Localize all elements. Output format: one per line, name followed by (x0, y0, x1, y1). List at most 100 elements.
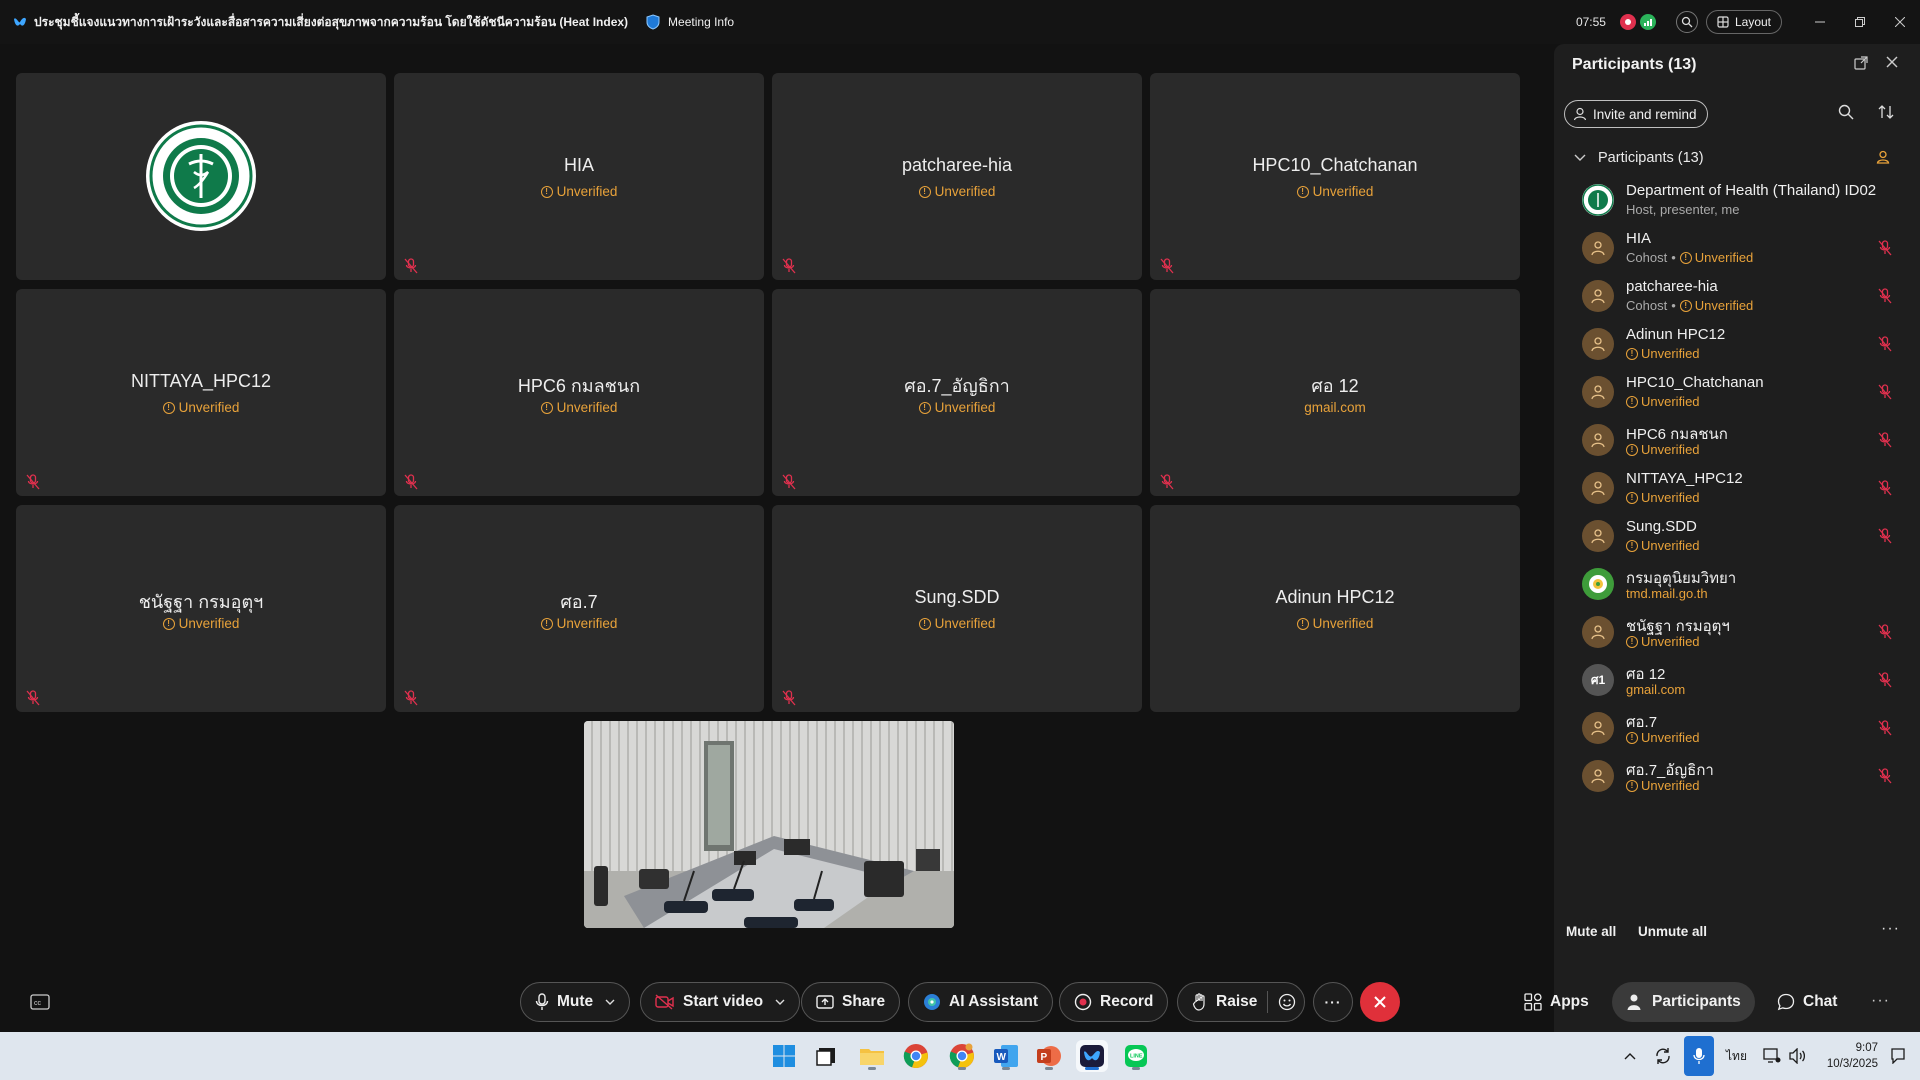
system-clock[interactable]: 9:07 10/3/2025 (1827, 1040, 1878, 1072)
participant-row[interactable]: patcharee-hia Cohost •! Unverified (1554, 274, 1920, 322)
more-options-icon[interactable]: ··· (1881, 920, 1900, 938)
chrome-icon[interactable] (900, 1040, 932, 1072)
mic-muted-icon[interactable] (1878, 336, 1892, 352)
video-tile[interactable]: patcharee-hia ! Unverified (772, 73, 1142, 280)
record-button[interactable]: Record (1059, 982, 1169, 1022)
avatar (1582, 568, 1614, 600)
video-tile[interactable]: ศอ.7_อัญธิกา ! Unverified (772, 289, 1142, 496)
network-icon[interactable] (1763, 1048, 1781, 1064)
participant-name: Department of Health (Thailand) ID02 (1626, 182, 1877, 199)
webex-taskbar-icon[interactable] (1076, 1040, 1108, 1072)
start-video-button[interactable]: Start video (640, 982, 801, 1022)
avatar (1582, 616, 1614, 648)
mic-muted-icon[interactable] (1878, 720, 1892, 736)
close-window-button[interactable] (1880, 0, 1920, 44)
participant-row[interactable]: Sung.SDD ! Unverified (1554, 514, 1920, 562)
input-language[interactable]: ไทย (1726, 1047, 1747, 1066)
participant-name: HIA (1626, 230, 1652, 247)
participant-row[interactable]: ศอ.7 ! Unverified (1554, 706, 1920, 754)
participant-name: HPC10_Chatchanan (1626, 374, 1764, 391)
chevron-down-icon[interactable] (775, 999, 785, 1005)
search-icon[interactable] (1838, 104, 1854, 120)
participant-row[interactable]: ศ1 ศอ 12 gmail.com (1554, 658, 1920, 706)
layout-label: Layout (1734, 15, 1771, 29)
minimize-button[interactable] (1800, 0, 1840, 44)
more-options-icon[interactable]: ··· (1871, 992, 1890, 1010)
share-button[interactable]: Share (801, 982, 901, 1022)
line-icon[interactable]: LINE (1120, 1040, 1152, 1072)
reactions-icon[interactable] (1278, 993, 1296, 1011)
info-icon: ! (540, 185, 553, 198)
invite-and-remind-button[interactable]: Invite and remind (1564, 100, 1708, 128)
video-tile[interactable]: ศอ 12 gmail.com (1150, 289, 1520, 496)
mic-muted-icon[interactable] (1878, 384, 1892, 400)
pop-out-icon[interactable] (1854, 56, 1868, 70)
chevron-up-icon[interactable] (1624, 1052, 1636, 1060)
participant-row[interactable]: กรมอุตุนิยมวิทยา tmd.mail.go.th (1554, 562, 1920, 610)
person-add-icon (1573, 107, 1587, 121)
close-icon[interactable] (1886, 56, 1898, 68)
raise-hand-button[interactable]: Raise (1177, 982, 1306, 1022)
video-tile[interactable]: ชนัฐฐา กรมอุตุฯ ! Unverified (16, 505, 386, 712)
start-menu-icon[interactable] (768, 1040, 800, 1072)
chat-button[interactable]: Chat (1763, 982, 1851, 1022)
sync-icon[interactable] (1654, 1047, 1672, 1065)
video-tile[interactable]: Adinun HPC12 ! Unverified (1150, 505, 1520, 712)
self-video-preview[interactable] (584, 721, 954, 928)
mic-muted-icon[interactable] (1878, 288, 1892, 304)
info-icon: ! (1626, 395, 1638, 408)
video-tile[interactable]: HPC10_Chatchanan ! Unverified (1150, 73, 1520, 280)
chrome-profile-icon[interactable] (946, 1040, 978, 1072)
participant-row[interactable]: Department of Health (Thailand) ID02 Hos… (1554, 178, 1920, 226)
unmute-all-button[interactable]: Unmute all (1638, 924, 1707, 939)
participant-row[interactable]: HPC6 กมลชนก ! Unverified (1554, 418, 1920, 466)
mute-button[interactable]: Mute (520, 982, 631, 1022)
mic-muted-icon[interactable] (1878, 624, 1892, 640)
info-icon: ! (1626, 539, 1638, 552)
video-tile[interactable]: ศอ.7 ! Unverified (394, 505, 764, 712)
participant-row[interactable]: HPC10_Chatchanan ! Unverified (1554, 370, 1920, 418)
restore-button[interactable] (1840, 0, 1880, 44)
participants-button[interactable]: Participants (1612, 982, 1755, 1022)
participant-row[interactable]: Adinun HPC12 ! Unverified (1554, 322, 1920, 370)
video-tile[interactable]: HIA ! Unverified (394, 73, 764, 280)
video-tile[interactable]: HPC6 กมลชนก ! Unverified (394, 289, 764, 496)
mic-muted-icon[interactable] (1878, 768, 1892, 784)
participant-row[interactable]: ชนัฐฐา กรมอุตุฯ ! Unverified (1554, 610, 1920, 658)
participant-status: ! Unverified (1626, 394, 1700, 409)
apps-button[interactable]: Apps (1510, 982, 1603, 1022)
meeting-info-button[interactable]: Meeting Info (646, 14, 734, 30)
closed-captions-icon[interactable]: cc (30, 994, 50, 1010)
file-explorer-icon[interactable] (856, 1040, 888, 1072)
mic-muted-icon[interactable] (1878, 240, 1892, 256)
mic-muted-icon[interactable] (1878, 528, 1892, 544)
video-tile-host[interactable] (16, 73, 386, 280)
info-icon: ! (1626, 635, 1638, 648)
word-icon[interactable]: W (990, 1040, 1022, 1072)
ai-assistant-button[interactable]: AI Assistant (908, 982, 1054, 1022)
powerpoint-icon[interactable]: P (1033, 1040, 1065, 1072)
participants-section-header[interactable]: Participants (13) (1574, 150, 1704, 166)
zoom-icon[interactable] (1675, 11, 1698, 33)
sort-icon[interactable] (1878, 104, 1894, 120)
mute-all-button[interactable]: Mute all (1566, 924, 1616, 939)
more-options-button[interactable]: ··· (1313, 982, 1353, 1022)
notification-icon[interactable] (1890, 1048, 1906, 1064)
mic-muted-icon[interactable] (1878, 432, 1892, 448)
tile-name: patcharee-hia (901, 155, 1013, 175)
video-tile[interactable]: NITTAYA_HPC12 ! Unverified (16, 289, 386, 496)
chevron-down-icon[interactable] (605, 999, 615, 1005)
ministry-logo (146, 121, 256, 231)
volume-icon[interactable] (1789, 1048, 1807, 1064)
tmd-logo-icon (1589, 575, 1607, 593)
participant-row[interactable]: ศอ.7_อัญธิกา ! Unverified (1554, 754, 1920, 802)
microphone-in-use-icon[interactable] (1684, 1036, 1714, 1076)
mic-muted-icon[interactable] (1878, 672, 1892, 688)
layout-button[interactable]: Layout (1705, 10, 1782, 34)
end-meeting-button[interactable] (1360, 982, 1400, 1022)
participant-row[interactable]: NITTAYA_HPC12 ! Unverified (1554, 466, 1920, 514)
participant-row[interactable]: HIA Cohost •! Unverified (1554, 226, 1920, 274)
task-view-icon[interactable] (810, 1040, 842, 1072)
mic-muted-icon[interactable] (1878, 480, 1892, 496)
video-tile[interactable]: Sung.SDD ! Unverified (772, 505, 1142, 712)
